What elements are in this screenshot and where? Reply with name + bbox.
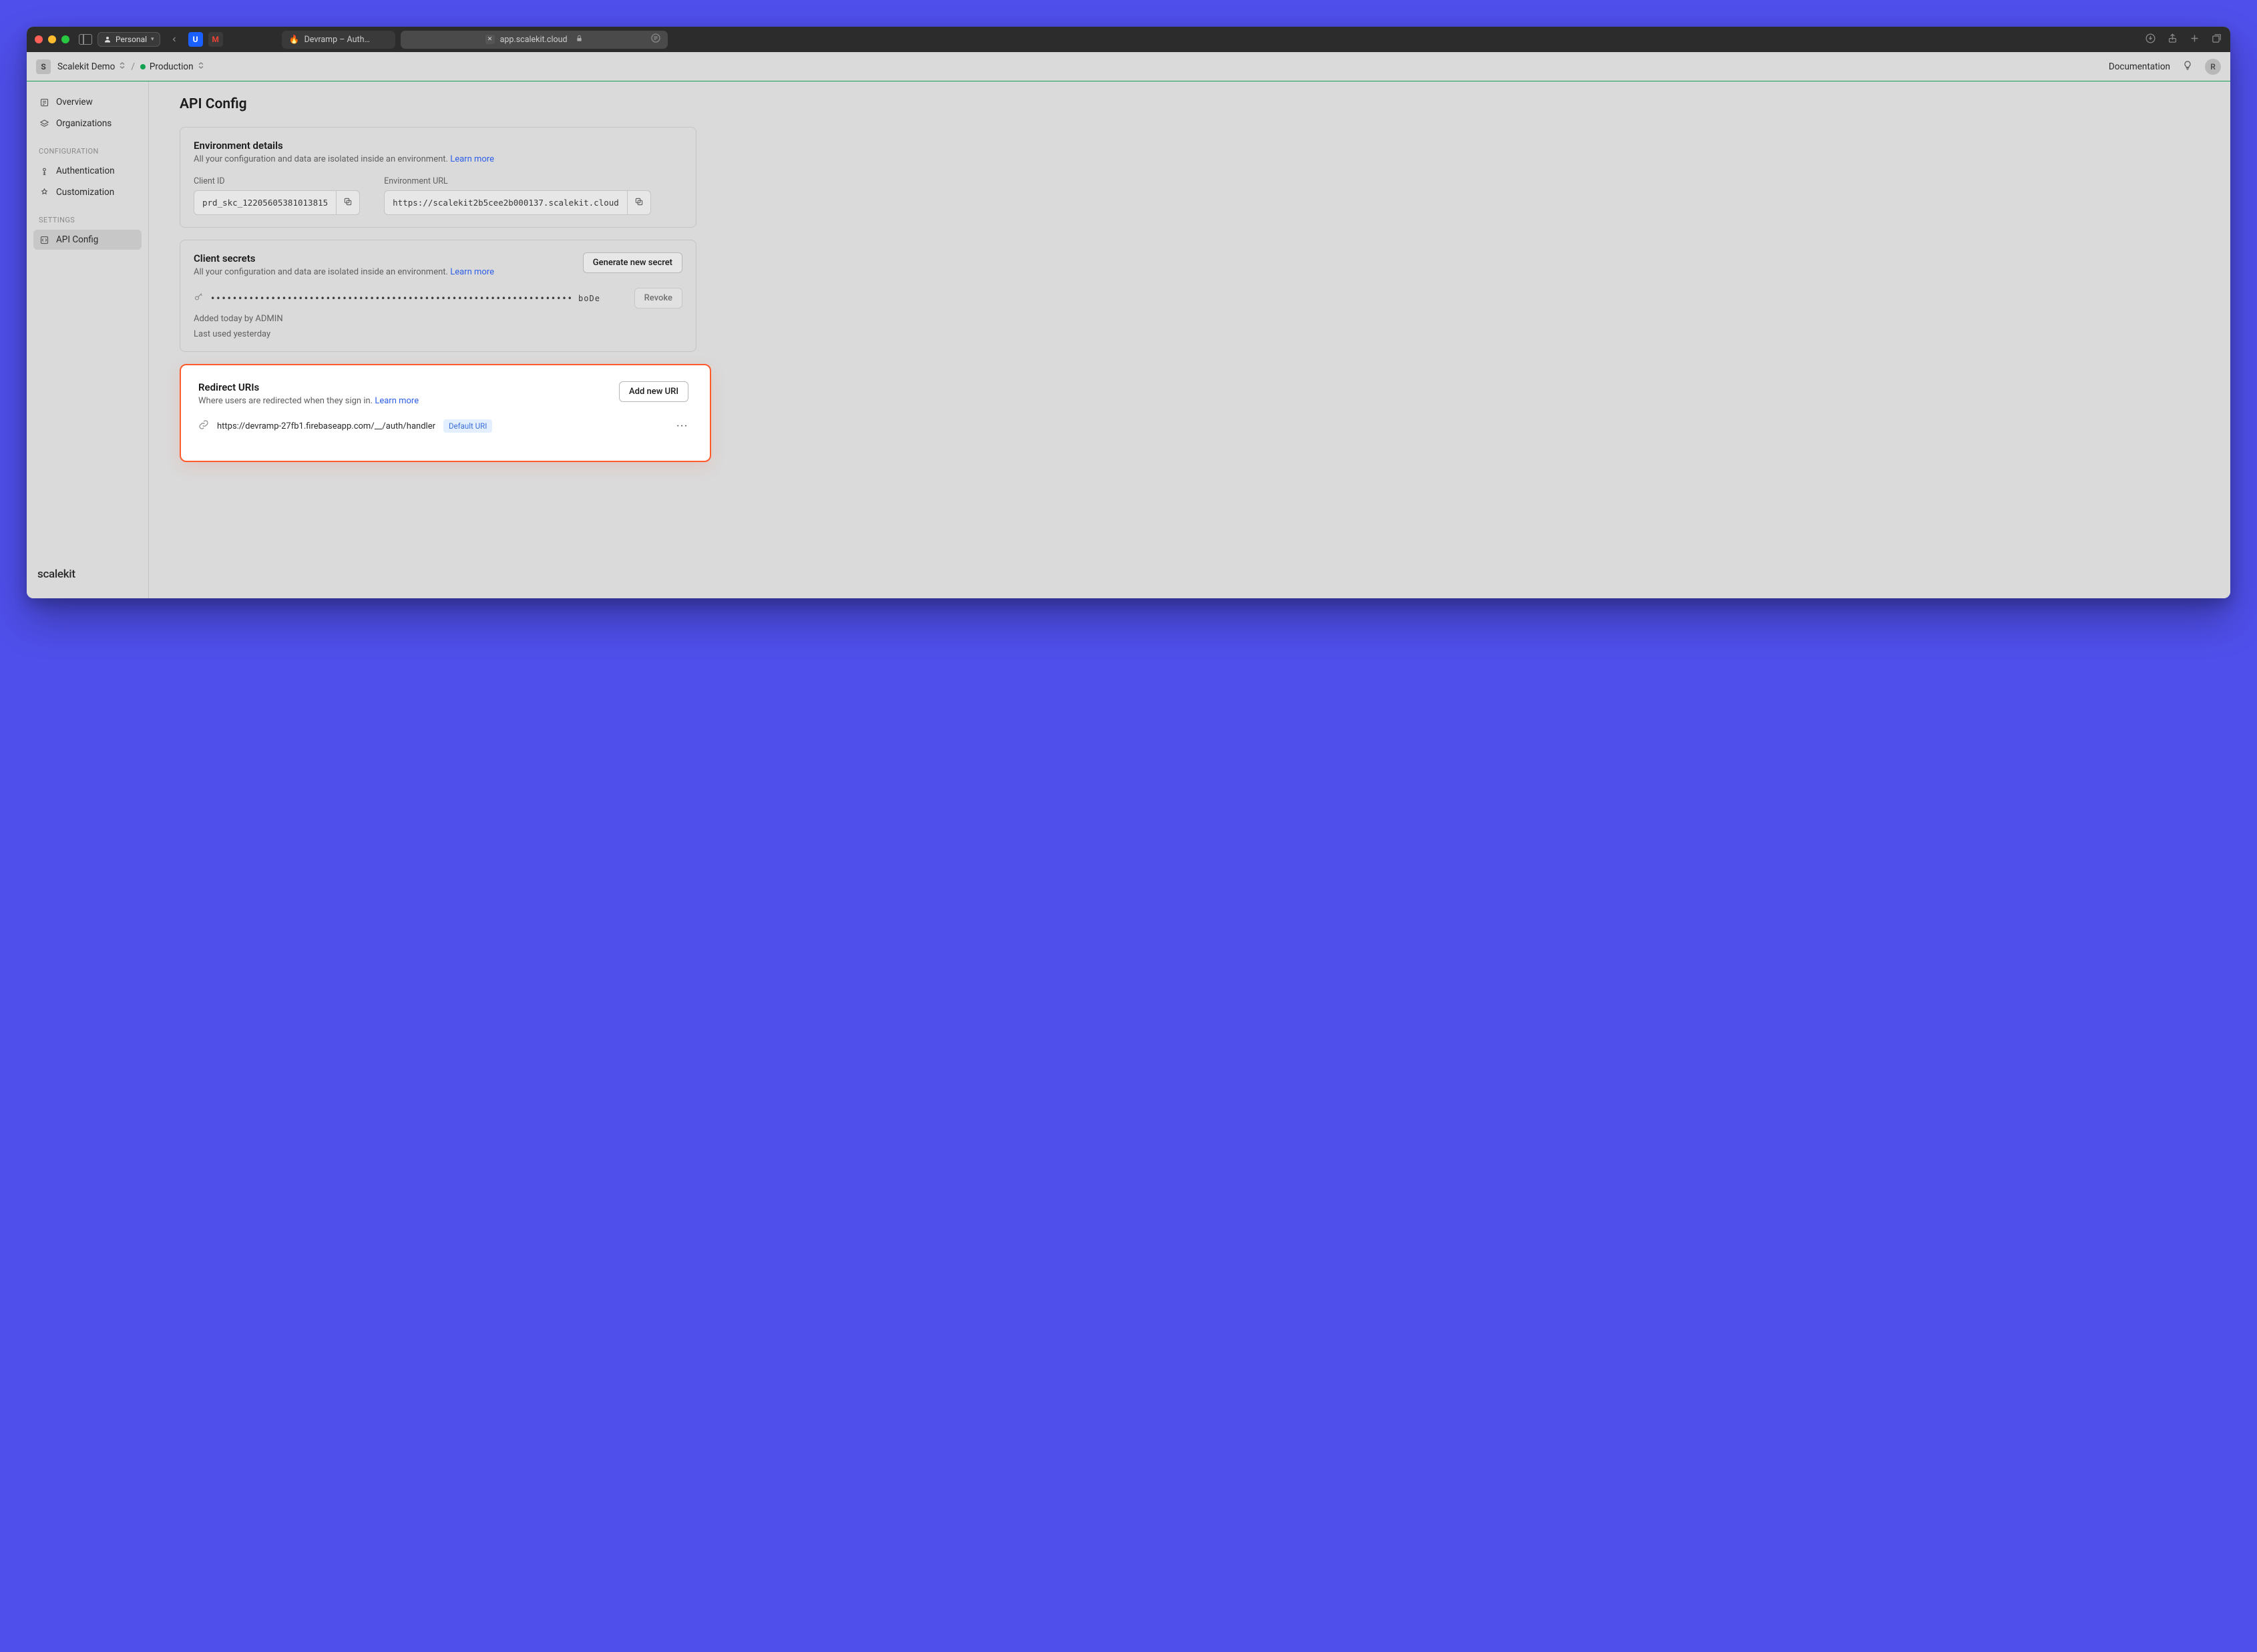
tab-bar: 🔥 Devramp – Auth… ✕ app.scalekit.cloud	[282, 31, 2139, 49]
link-icon	[198, 419, 209, 433]
downloads-icon[interactable]	[2145, 33, 2156, 47]
brand-logo: scalekit	[33, 561, 142, 588]
main-content: API Config Environment details All your …	[149, 81, 2230, 598]
card-description: All your configuration and data are isol…	[194, 154, 682, 164]
extension-icon-gmail[interactable]: M	[208, 32, 223, 47]
app-window: Personal ▾ U M 🔥 Devramp – Auth… ✕ app.s…	[27, 27, 2230, 598]
sidebar-item-label: Organizations	[56, 118, 112, 129]
switcher-icon	[119, 61, 126, 71]
sidebar-section-settings: SETTINGS	[33, 204, 142, 228]
sidebar-item-organizations[interactable]: Organizations	[33, 114, 142, 134]
sidebar-item-label: Authentication	[56, 166, 115, 176]
card-description: All your configuration and data are isol…	[194, 267, 572, 277]
authentication-icon	[39, 166, 49, 176]
customization-icon	[39, 187, 49, 198]
learn-more-link[interactable]: Learn more	[450, 154, 494, 164]
window-controls	[35, 35, 69, 43]
browser-profile-button[interactable]: Personal ▾	[97, 32, 160, 47]
add-new-uri-button[interactable]: Add new URI	[619, 381, 688, 402]
documentation-link[interactable]: Documentation	[2109, 61, 2170, 72]
lightbulb-icon[interactable]	[2182, 60, 2193, 73]
overview-icon	[39, 97, 49, 108]
lock-icon	[576, 35, 583, 44]
copy-env-url-button[interactable]	[627, 191, 650, 214]
environment-name: Production	[150, 61, 194, 72]
learn-more-link[interactable]: Learn more	[375, 396, 419, 406]
page-title: API Config	[180, 96, 2204, 112]
generate-secret-button[interactable]: Generate new secret	[583, 252, 682, 273]
client-id-label: Client ID	[194, 176, 360, 186]
card-description: Where users are redirected when they sig…	[198, 396, 608, 406]
site-favicon: ✕	[485, 35, 495, 44]
highlight-frame: Redirect URIs Where users are redirected…	[180, 364, 711, 462]
revoke-secret-button[interactable]: Revoke	[634, 288, 682, 308]
app-body: Overview Organizations CONFIGURATION Aut…	[27, 81, 2230, 598]
tab-title: Devramp – Auth…	[304, 35, 370, 45]
secret-masked-value: ••••••••••••••••••••••••••••••••••••••••…	[210, 294, 628, 303]
chevron-down-icon: ▾	[151, 36, 154, 43]
env-url-field: https://scalekit2b5cee2b000137.scalekit.…	[384, 190, 651, 215]
sidebar-item-label: Customization	[56, 187, 114, 198]
minimize-window-button[interactable]	[48, 35, 56, 43]
profile-name: Personal	[116, 35, 147, 44]
breadcrumb: Scalekit Demo / Production	[57, 61, 204, 72]
client-id-value: prd_skc_12205605381013815	[194, 192, 336, 213]
env-url-label: Environment URL	[384, 176, 651, 186]
environment-switcher[interactable]: Production	[140, 61, 204, 72]
default-uri-badge: Default URI	[443, 419, 492, 433]
workspace-badge: S	[36, 59, 51, 74]
browser-tab-2[interactable]: ✕ app.scalekit.cloud	[401, 31, 668, 49]
workspace-name: Scalekit Demo	[57, 61, 115, 72]
sidebar: Overview Organizations CONFIGURATION Aut…	[27, 81, 149, 598]
card-title: Redirect URIs	[198, 381, 608, 393]
secret-last-used-meta: Last used yesterday	[194, 329, 682, 339]
tab-title: app.scalekit.cloud	[500, 35, 568, 45]
client-id-field: prd_skc_12205605381013815	[194, 190, 360, 215]
redirect-uri-row: https://devramp-27fb1.firebaseapp.com/__…	[198, 419, 688, 433]
app-header: S Scalekit Demo / Production	[27, 52, 2230, 81]
extension-icon-1[interactable]: U	[188, 32, 203, 47]
browser-chrome: Personal ▾ U M 🔥 Devramp – Auth… ✕ app.s…	[27, 27, 2230, 52]
workspace-switcher[interactable]: Scalekit Demo	[57, 61, 126, 72]
switcher-icon	[198, 61, 204, 71]
sidebar-item-authentication[interactable]: Authentication	[33, 161, 142, 181]
organizations-icon	[39, 118, 49, 129]
browser-actions	[2145, 33, 2222, 47]
env-url-value: https://scalekit2b5cee2b000137.scalekit.…	[385, 192, 627, 213]
close-window-button[interactable]	[35, 35, 43, 43]
browser-tab-1[interactable]: 🔥 Devramp – Auth…	[282, 31, 395, 49]
sidebar-item-label: API Config	[56, 234, 98, 245]
uri-actions-menu[interactable]: ···	[676, 421, 688, 431]
key-icon	[194, 292, 204, 304]
card-redirect-uris: Redirect URIs Where users are redirected…	[185, 369, 702, 445]
tabs-overview-icon[interactable]	[2211, 33, 2222, 47]
sidebar-item-overview[interactable]: Overview	[33, 92, 142, 112]
reader-icon[interactable]	[650, 33, 661, 46]
env-status-dot	[140, 64, 146, 69]
breadcrumb-separator: /	[131, 61, 135, 72]
api-config-icon	[39, 234, 49, 245]
sidebar-item-customization[interactable]: Customization	[33, 182, 142, 202]
back-button[interactable]	[166, 32, 183, 47]
new-tab-icon[interactable]	[2189, 33, 2200, 47]
copy-client-id-button[interactable]	[336, 191, 359, 214]
firebase-icon: 🔥	[290, 35, 299, 44]
sidebar-item-api-config[interactable]: API Config	[33, 230, 142, 250]
person-icon	[104, 35, 112, 43]
card-environment-details: Environment details All your configurati…	[180, 127, 696, 228]
learn-more-link[interactable]: Learn more	[450, 267, 494, 277]
card-client-secrets: Client secrets All your configuration an…	[180, 240, 696, 352]
card-title: Client secrets	[194, 252, 572, 264]
sidebar-section-configuration: CONFIGURATION	[33, 135, 142, 160]
user-avatar[interactable]: R	[2205, 59, 2221, 75]
card-title: Environment details	[194, 140, 682, 152]
redirect-uri-value: https://devramp-27fb1.firebaseapp.com/__…	[217, 421, 435, 431]
app-root: S Scalekit Demo / Production	[27, 52, 2230, 598]
sidebar-panel-icon[interactable]	[79, 34, 92, 45]
maximize-window-button[interactable]	[61, 35, 69, 43]
sidebar-item-label: Overview	[56, 97, 93, 108]
secret-added-meta: Added today by ADMIN	[194, 314, 682, 324]
share-icon[interactable]	[2167, 33, 2178, 47]
